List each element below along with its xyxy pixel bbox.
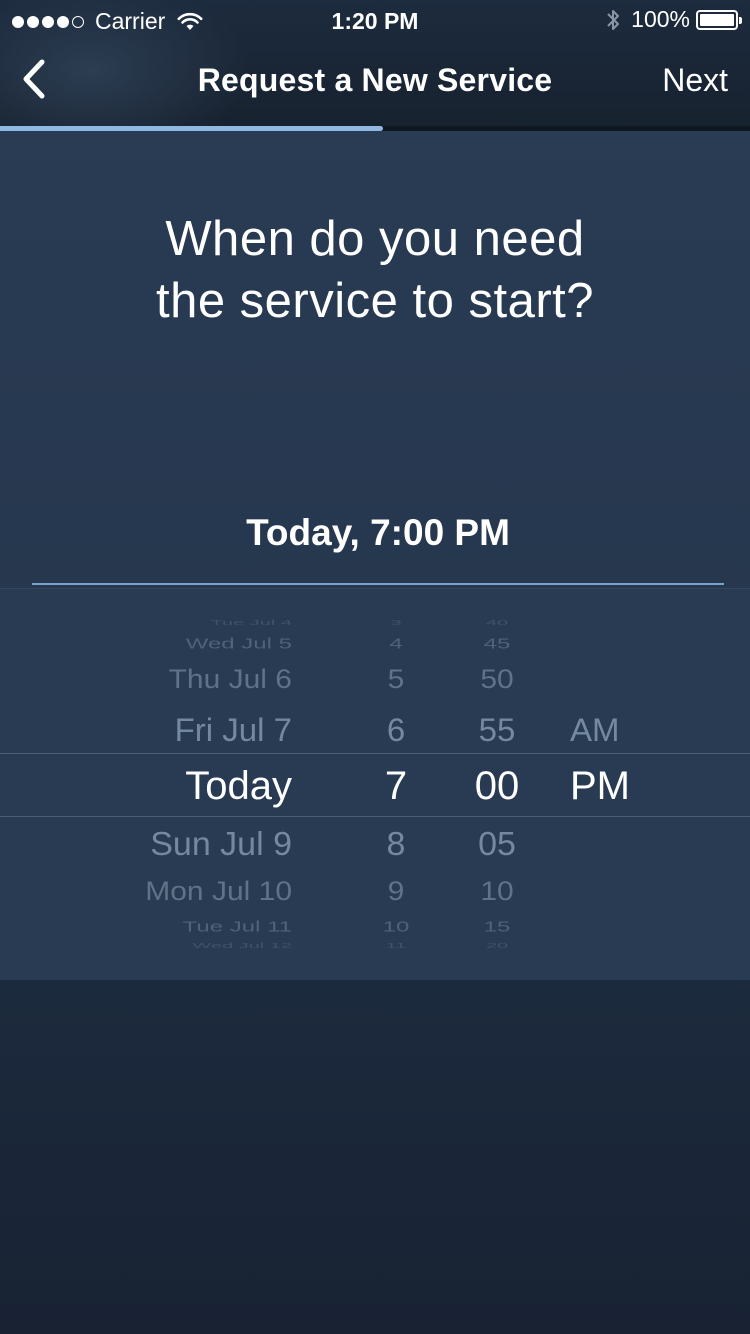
status-right: 100%: [605, 6, 742, 33]
field-underline: [32, 583, 724, 585]
bluetooth-icon: [607, 9, 620, 30]
question-line-1: When do you need: [165, 212, 585, 266]
ampm-option[interactable]: AM: [570, 713, 620, 745]
minute-wheel[interactable]: 40 45 50 55 00 05 10 15 20: [447, 589, 547, 980]
date-option[interactable]: Wed Jul 5: [186, 636, 292, 652]
battery-percentage: 100%: [631, 6, 690, 32]
next-button[interactable]: Next: [662, 62, 728, 99]
hour-option[interactable]: 10: [383, 919, 410, 935]
date-option[interactable]: Tue Jul 11: [183, 919, 292, 935]
minute-option[interactable]: 05: [478, 827, 516, 860]
progress-bar: [0, 126, 750, 131]
ampm-option[interactable]: PM: [570, 766, 630, 806]
hour-option[interactable]: 5: [388, 666, 405, 693]
date-time-picker[interactable]: Tue Jul 4 Wed Jul 5 Thu Jul 6 Fri Jul 7 Toda…: [0, 588, 750, 980]
hour-option[interactable]: 7: [385, 766, 407, 806]
hour-option[interactable]: 3: [390, 620, 401, 627]
minute-option[interactable]: 10: [480, 878, 513, 905]
hour-option[interactable]: 11: [386, 943, 407, 950]
screen: Carrier 1:20 PM 100% Request a New Servi…: [0, 0, 750, 1334]
date-option[interactable]: Wed Jul 12: [192, 943, 292, 950]
page-title: Request a New Service: [197, 62, 553, 98]
progress-fill: [0, 126, 383, 131]
selected-datetime-field[interactable]: Today, 7:00 PM: [32, 512, 724, 554]
hour-wheel[interactable]: 3 4 5 6 7 8 9 10 11: [356, 589, 436, 980]
date-option[interactable]: Fri Jul 7: [175, 713, 292, 745]
minute-option[interactable]: 00: [475, 766, 520, 806]
minute-option[interactable]: 50: [480, 666, 513, 693]
date-option[interactable]: Sun Jul 9: [150, 827, 292, 860]
question-line-2: the service to start?: [155, 274, 595, 328]
question-heading: When do you need the service to start?: [75, 208, 675, 332]
status-bar: Carrier 1:20 PM 100%: [0, 0, 750, 40]
minute-option[interactable]: 15: [484, 919, 511, 935]
date-option[interactable]: Tue Jul 4: [210, 620, 292, 627]
date-wheel[interactable]: Tue Jul 4 Wed Jul 5 Thu Jul 6 Fri Jul 7 Toda…: [0, 589, 292, 980]
date-option[interactable]: Thu Jul 6: [169, 666, 292, 693]
hour-option[interactable]: 4: [389, 636, 402, 652]
minute-option[interactable]: 40: [486, 620, 508, 627]
nav-bar: Request a New Service Next: [0, 40, 750, 124]
date-option[interactable]: Mon Jul 10: [145, 878, 292, 905]
hour-option[interactable]: 8: [387, 827, 406, 860]
hour-option[interactable]: 6: [387, 713, 405, 745]
minute-option[interactable]: 20: [486, 943, 508, 950]
hour-option[interactable]: 9: [388, 878, 405, 905]
ampm-wheel[interactable]: AM PM: [570, 589, 660, 980]
battery-icon: [696, 9, 742, 30]
minute-option[interactable]: 45: [484, 636, 511, 652]
date-option[interactable]: Today: [185, 766, 292, 806]
minute-option[interactable]: 55: [479, 713, 516, 745]
top-bar: Carrier 1:20 PM 100% Request a New Servi…: [0, 0, 750, 128]
